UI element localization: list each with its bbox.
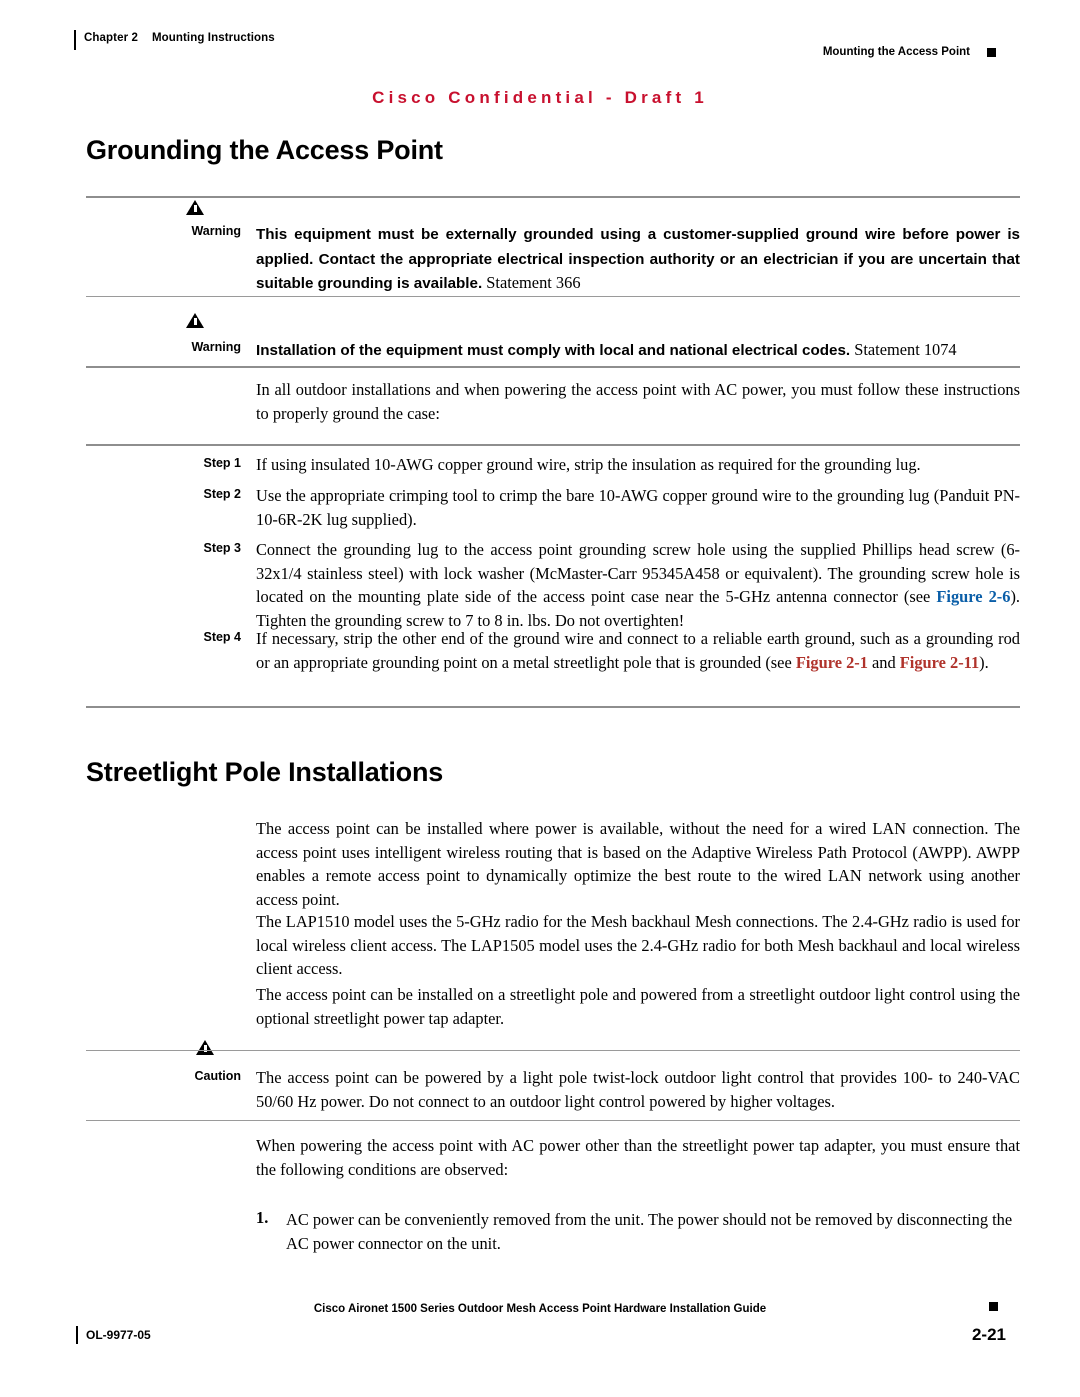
- divider-caution-bottom: [86, 1120, 1020, 1121]
- numbered-list-text-1: AC power can be conveniently removed fro…: [286, 1210, 1013, 1253]
- section-title-streetlight: Streetlight Pole Installations: [86, 757, 444, 787]
- step-block-2: Step 2 Use the appropriate crimping tool…: [86, 484, 1020, 531]
- grounding-intro-block: In all outdoor installations and when po…: [86, 378, 1020, 425]
- figure-link-2-1[interactable]: Figure 2-1: [796, 653, 868, 672]
- divider-steps-bottom: [86, 706, 1020, 708]
- caution-label: Caution: [194, 1069, 241, 1083]
- step-text-2: Use the appropriate crimping tool to cri…: [256, 486, 1020, 529]
- header-right-title: Mounting the Access Point: [822, 46, 970, 58]
- divider-steps-top: [86, 444, 1020, 446]
- draft-banner: Cisco Confidential - Draft 1: [372, 88, 708, 107]
- header-chapter-number: Chapter 2: [84, 32, 138, 44]
- warning-text-1-statement: Statement 366: [482, 273, 581, 292]
- step-block-1: Step 1 If using insulated 10-AWG copper …: [86, 453, 1020, 477]
- step-text-1: If using insulated 10-AWG copper ground …: [256, 455, 921, 474]
- warning-text-2-statement: Statement 1074: [850, 340, 957, 359]
- grounding-intro-text: In all outdoor installations and when po…: [256, 380, 1020, 423]
- warning-triangle-icon-1: [186, 200, 204, 215]
- footer-doc-id: OL-9977-05: [86, 1328, 151, 1342]
- header-left-tick: [74, 30, 76, 50]
- step-label-2: Step 2: [203, 487, 241, 501]
- streetlight-para-3: The access point can be installed on a s…: [256, 985, 1020, 1028]
- step-label-1: Step 1: [203, 456, 241, 470]
- step-text-3: Connect the grounding lug to the access …: [256, 538, 1020, 632]
- divider-warning1-bottom: [86, 296, 1020, 297]
- warning-block-1: Warning This equipment must be externall…: [86, 222, 1020, 296]
- caution-triangle-icon: [196, 1040, 214, 1055]
- figure-link-2-11[interactable]: Figure 2-11: [900, 653, 979, 672]
- step-text-4-part2: ).: [979, 652, 989, 672]
- page-header: Chapter 2 Mounting Instructions Mounting …: [74, 30, 996, 58]
- warning-triangle-icon-2: [186, 313, 204, 328]
- streetlight-para-4: When powering the access point with AC p…: [256, 1136, 1020, 1179]
- section-title-grounding: Grounding the Access Point: [86, 135, 443, 165]
- warning-text-2-bold: Installation of the equipment must compl…: [256, 342, 851, 359]
- step-block-3: Step 3 Connect the grounding lug to the …: [86, 538, 1020, 632]
- figure-link-2-6[interactable]: Figure 2-6: [936, 587, 1010, 606]
- streetlight-para-2-block: The LAP1510 model uses the 5-GHz radio f…: [86, 910, 1020, 981]
- step-label-3: Step 3: [203, 541, 241, 555]
- warning-label-2: Warning: [191, 340, 241, 354]
- header-chapter-title: Mounting Instructions: [151, 32, 275, 44]
- warning-text-1-bold: This equipment must be externally ground…: [256, 226, 1020, 292]
- step-label-4: Step 4: [203, 630, 241, 644]
- caution-text: The access point can be powered by a lig…: [256, 1068, 1020, 1111]
- footer-left-tick: [76, 1326, 78, 1344]
- warning-text-1: This equipment must be externally ground…: [256, 222, 1020, 296]
- warning-block-2: Warning Installation of the equipment mu…: [86, 338, 1020, 363]
- document-page: Chapter 2 Mounting Instructions Mounting …: [0, 0, 1080, 1397]
- step-text-3-part1: Connect the grounding lug to the access …: [256, 540, 1020, 606]
- header-square-marker: [987, 48, 996, 57]
- footer-document-title-text: Cisco Aironet 1500 Series Outdoor Mesh A…: [303, 1303, 777, 1315]
- divider-warning2-bottom: [86, 366, 1020, 368]
- header-left-text: Chapter 2 Mounting Instructions: [84, 32, 275, 44]
- warning-label-1: Warning: [191, 224, 241, 238]
- footer-page-number: 2-21: [971, 1325, 1006, 1344]
- streetlight-para-1-block: The access point can be installed where …: [86, 817, 1020, 911]
- warning-text-2: Installation of the equipment must compl…: [256, 338, 1020, 363]
- divider-warning1-top: [86, 196, 1020, 198]
- streetlight-para-1: The access point can be installed where …: [256, 819, 1020, 909]
- step-block-4: Step 4 If necessary, strip the other end…: [86, 627, 1020, 674]
- footer-document-title: Cisco Aironet 1500 Series Outdoor Mesh A…: [0, 1303, 1080, 1315]
- footer-square-marker: [989, 1302, 998, 1311]
- streetlight-para-2: The LAP1510 model uses the 5-GHz radio f…: [256, 912, 1020, 978]
- step-text-4: If necessary, strip the other end of the…: [256, 627, 1020, 674]
- divider-caution-top: [86, 1050, 1020, 1051]
- numbered-list-block: 1. AC power can be conveniently removed …: [86, 1208, 1020, 1255]
- step-text-4-mid: and: [867, 652, 900, 672]
- caution-block: Caution The access point can be powered …: [86, 1066, 1020, 1113]
- numbered-list-number-1: 1.: [256, 1208, 269, 1227]
- streetlight-para-4-block: When powering the access point with AC p…: [86, 1134, 1020, 1181]
- streetlight-para-3-block: The access point can be installed on a s…: [86, 983, 1020, 1030]
